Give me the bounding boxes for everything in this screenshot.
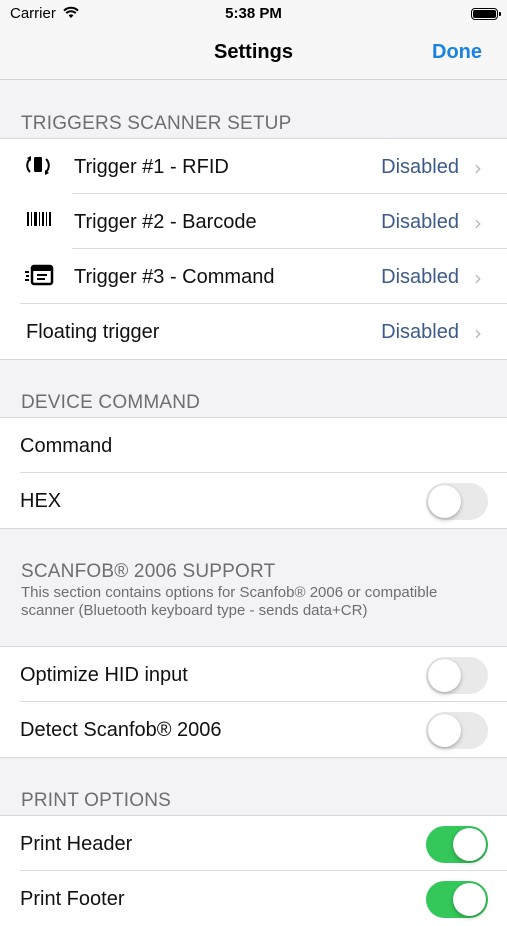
status-bar: Carrier 5:38 PM [0, 0, 507, 28]
triggers-group: Trigger #1 - RFID Disabled › Trigger #2 … [0, 138, 507, 360]
trigger-rfid-row[interactable]: Trigger #1 - RFID Disabled › [0, 139, 507, 194]
optimize-hid-label: Optimize HID input [20, 664, 188, 686]
optimize-hid-row: Optimize HID input [0, 647, 507, 702]
trigger-rfid-label: Trigger #1 - RFID [74, 156, 229, 178]
barcode-icon [24, 208, 56, 234]
chevron-right-icon: › [474, 321, 482, 345]
trigger-rfid-value: Disabled [381, 156, 459, 178]
section-header-scanfob: SCANFOB® 2006 SUPPORT [21, 561, 276, 582]
hex-row: HEX [0, 473, 507, 528]
chevron-right-icon: › [474, 156, 482, 180]
print-footer-row: Print Footer [0, 871, 507, 926]
section-header-device-command: DEVICE COMMAND [21, 392, 201, 413]
battery-icon [471, 8, 501, 20]
hex-label: HEX [20, 490, 62, 512]
trigger-barcode-value: Disabled [381, 211, 459, 233]
floating-trigger-row[interactable]: Floating trigger Disabled › [0, 304, 507, 359]
chevron-right-icon: › [474, 211, 482, 235]
print-header-row: Print Header [0, 816, 507, 871]
print-header-toggle[interactable] [426, 826, 488, 863]
print-header-label: Print Header [20, 833, 133, 855]
floating-trigger-label: Floating trigger [26, 321, 160, 343]
trigger-command-value: Disabled [381, 266, 459, 288]
rfid-icon [24, 153, 56, 179]
command-label: Command [20, 435, 113, 457]
hex-toggle[interactable] [426, 483, 488, 520]
detect-scanfob-label: Detect Scanfob® 2006 [20, 719, 222, 741]
section-header-triggers: TRIGGERS SCANNER SETUP [21, 113, 292, 134]
device-command-group: Command HEX [0, 417, 507, 529]
page-title: Settings [214, 41, 293, 63]
optimize-hid-toggle[interactable] [426, 657, 488, 694]
floating-trigger-value: Disabled [381, 321, 459, 343]
section-header-print: PRINT OPTIONS [21, 790, 172, 811]
section-description-scanfob: This section contains options for Scanfo… [21, 584, 438, 619]
chevron-right-icon: › [474, 266, 482, 290]
navigation-bar: Settings Done [0, 28, 507, 80]
detect-scanfob-row: Detect Scanfob® 2006 [0, 702, 507, 757]
detect-scanfob-toggle[interactable] [426, 712, 488, 749]
print-options-group: Print Header Print Footer [0, 815, 507, 926]
trigger-command-label: Trigger #3 - Command [74, 266, 275, 288]
command-icon [24, 263, 56, 289]
trigger-barcode-row[interactable]: Trigger #2 - Barcode Disabled › [0, 194, 507, 249]
trigger-barcode-label: Trigger #2 - Barcode [74, 211, 257, 233]
status-time: 5:38 PM [225, 5, 282, 22]
command-row[interactable]: Command [0, 418, 507, 473]
done-button[interactable]: Done [432, 41, 482, 64]
trigger-command-row[interactable]: Trigger #3 - Command Disabled › [0, 249, 507, 304]
scanfob-group: Optimize HID input Detect Scanfob® 2006 [0, 646, 507, 758]
